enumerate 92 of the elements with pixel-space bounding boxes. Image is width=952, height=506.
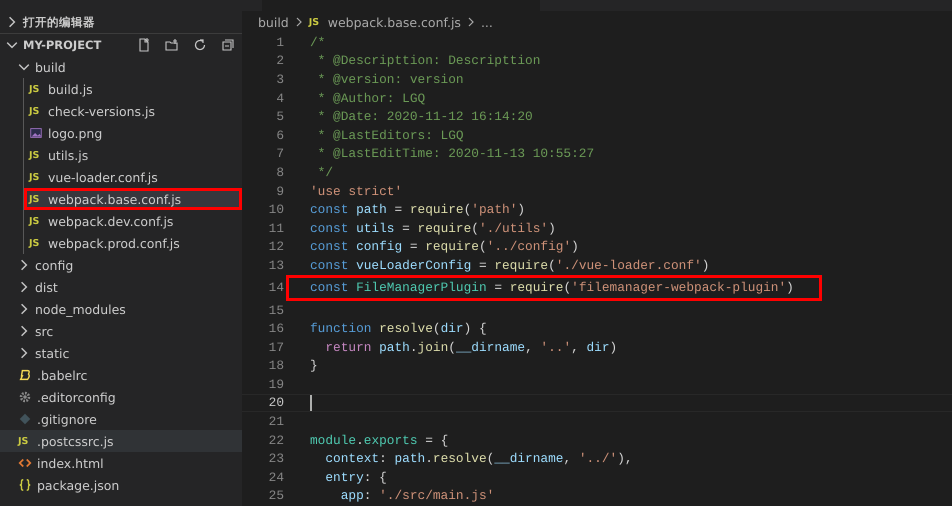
line-number: 9 — [275, 182, 284, 200]
js-file-icon: JS — [29, 216, 43, 226]
js-file-icon: JS — [29, 238, 43, 248]
line-number: 12 — [268, 238, 284, 256]
code-line: const vueLoaderConfig = require('./vue-loader.conf') — [310, 258, 710, 273]
line-number: 5 — [275, 108, 284, 126]
code-line: * @Date: 2020-11-12 16:14:20 — [316, 109, 533, 124]
braces-file-icon — [18, 478, 32, 492]
js-file-icon: JS — [29, 172, 43, 182]
line-number: 4 — [275, 90, 284, 108]
diamond-file-icon — [18, 412, 32, 426]
line-number: 17 — [268, 338, 284, 356]
tree-item[interactable]: logo.png — [24, 122, 242, 144]
code-line: * @version: version — [316, 72, 464, 87]
chevron-icon — [466, 17, 476, 27]
line-number: 15 — [268, 302, 284, 320]
code-line: /* — [310, 34, 326, 50]
code-line: } — [310, 358, 318, 374]
line-number: 16 — [268, 320, 284, 338]
tree-item[interactable]: .editorconfig — [0, 386, 242, 408]
code-line: * @LastEditors: LGQ — [316, 128, 464, 143]
tree-item[interactable]: .gitignore — [0, 408, 242, 430]
tree-item[interactable]: src — [0, 320, 242, 342]
line-number: 2 — [275, 52, 284, 70]
tree-item[interactable]: JS check-versions.js — [24, 100, 242, 122]
code-line: const utils = require('./utils') — [310, 220, 556, 236]
code-line: function resolve(dir) { — [310, 321, 487, 336]
code-line: app: './src/main.js' — [340, 488, 494, 504]
line-number: 20 — [268, 394, 284, 412]
line-number: 6 — [275, 126, 284, 145]
js-file-icon: JS — [308, 16, 323, 28]
line-number: 18 — [268, 357, 284, 376]
tree-item[interactable]: index.html — [0, 452, 242, 474]
project-header[interactable]: MY-PROJECT — [0, 33, 242, 56]
code-line: * @Author: LGQ — [316, 90, 426, 106]
tree-item[interactable]: JS webpack.prod.conf.js — [24, 232, 242, 254]
breadcrumb-more[interactable]: ... — [480, 14, 493, 30]
code-line: * @LastEditTime: 2020-11-13 10:55:27 — [316, 146, 594, 162]
line-number: 23 — [268, 450, 284, 468]
tree-item[interactable]: package.json — [0, 474, 242, 496]
tree-item[interactable]: .babelrc — [0, 364, 242, 386]
code-line: const config = require('../config') — [310, 239, 579, 254]
line-number: 3 — [275, 70, 284, 89]
new-folder-icon[interactable] — [164, 37, 180, 53]
tree-item[interactable]: dist — [0, 276, 242, 298]
line-number: 13 — [268, 256, 284, 275]
code-line: module.exports = { — [310, 432, 448, 448]
line-number: 25 — [268, 487, 284, 506]
code-line: */ — [316, 164, 334, 180]
js-file-icon: JS — [29, 150, 43, 160]
tree-item[interactable]: config — [0, 254, 242, 276]
tree-item[interactable]: JS webpack.base.conf.js — [24, 188, 242, 210]
code-line: const FileManagerPlugin = require('filemanager-webpack-plugin') — [310, 280, 794, 296]
line-number: 11 — [268, 220, 284, 238]
js-file-icon: JS — [29, 84, 43, 94]
chevron-icon — [294, 17, 304, 27]
line-number: 8 — [275, 164, 284, 182]
line-number: 14 — [268, 279, 284, 298]
code-line: context: path.resolve(__dirname, '../'), — [324, 451, 633, 466]
tree-item[interactable]: JS .postcssrc.js — [0, 430, 242, 452]
collapse-all-icon[interactable] — [220, 37, 236, 53]
code-line: return path.join(__dirname, '..', dir) — [324, 340, 618, 355]
tree-item[interactable]: JS build.js — [24, 78, 242, 100]
code-file-icon — [18, 456, 32, 470]
js-file-icon: JS — [18, 436, 32, 446]
code-line: 'use strict' — [310, 184, 402, 199]
tree-item[interactable]: node_modules — [0, 298, 242, 320]
line-number: 24 — [268, 468, 284, 487]
line-number: 22 — [268, 432, 284, 450]
tree-item[interactable]: JS vue-loader.conf.js — [24, 166, 242, 188]
js-file-icon: JS — [29, 194, 43, 204]
open-editors-header[interactable]: 打开的编辑器 — [0, 11, 242, 33]
line-number: 19 — [268, 376, 284, 394]
gear-icon — [18, 390, 32, 404]
code-line: const path = require('path') — [310, 202, 526, 218]
line-number: 21 — [268, 413, 284, 431]
image-file-icon — [29, 126, 43, 140]
breadcrumb-file[interactable]: webpack.base.conf.js — [328, 14, 461, 30]
tree-item[interactable]: build — [0, 56, 242, 78]
breadcrumb-folder[interactable]: build — [258, 14, 289, 30]
js-file-icon: JS — [29, 106, 43, 116]
line-number: 7 — [275, 145, 284, 164]
babel-file-icon — [18, 368, 32, 382]
tree-item[interactable]: JS webpack.dev.conf.js — [24, 210, 242, 232]
tree-item[interactable]: JS utils.js — [24, 144, 242, 166]
line-number: 1 — [275, 34, 284, 52]
code-line: * @Descripttion: Descripttion — [316, 53, 540, 68]
tree-item[interactable]: static — [0, 342, 242, 364]
code-line: entry: { — [324, 470, 387, 485]
text-cursor — [310, 394, 312, 411]
line-number: 10 — [268, 201, 284, 219]
refresh-icon[interactable] — [192, 37, 208, 53]
